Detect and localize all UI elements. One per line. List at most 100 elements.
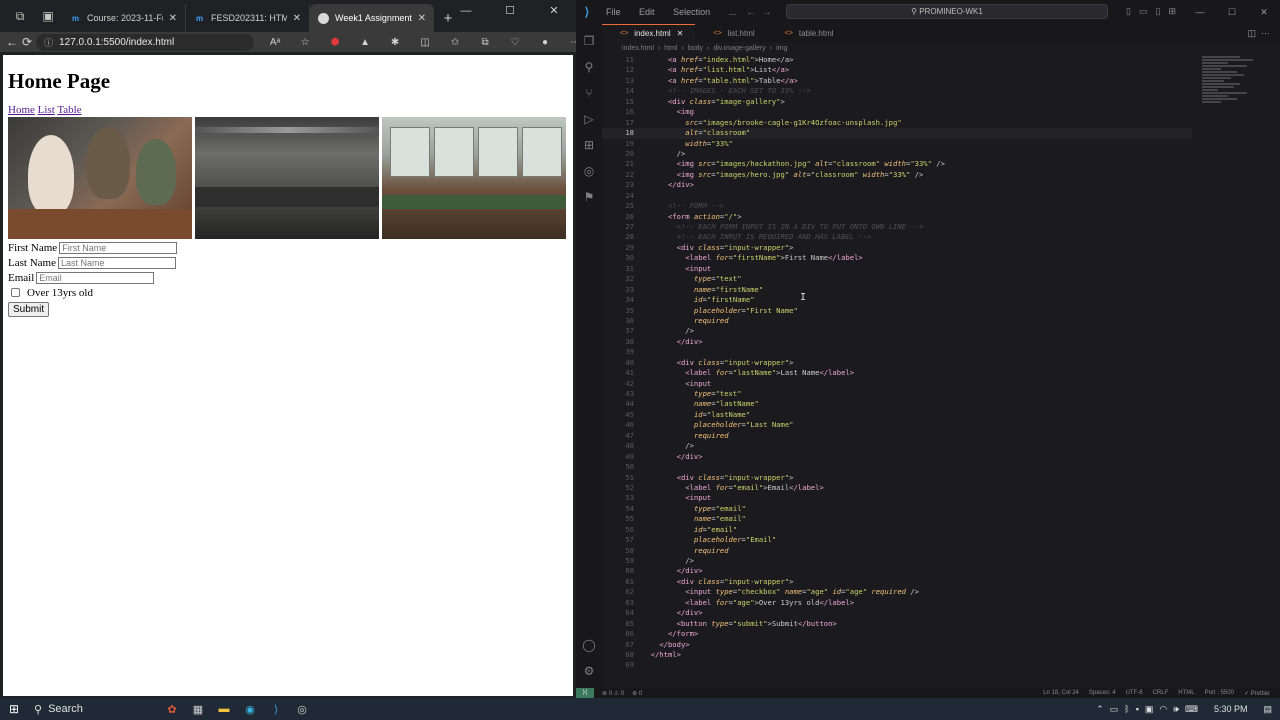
code-line[interactable]: 31 <input [602,264,1192,274]
clock[interactable]: 5:30 PM [1214,704,1248,714]
source-control-icon[interactable]: ⑂ [576,80,602,106]
code-line[interactable]: 58 required [602,546,1192,556]
split-editor-icon[interactable]: ◫ ⋯ [1247,28,1270,39]
encoding[interactable]: UTF-8 [1126,690,1143,697]
extension-shield-icon[interactable]: ⬢ [322,33,348,51]
code-line[interactable]: 68 </html> [602,650,1192,660]
code-line[interactable]: 35 placeholder="First Name" [602,306,1192,316]
code-line[interactable]: 36 required [602,316,1192,326]
code-line[interactable]: 64 </div> [602,608,1192,618]
first-name-input[interactable]: First Name [59,241,178,254]
code-line[interactable]: 30 <label for="firstName">First Name</la… [602,253,1192,263]
code-line[interactable]: 25 <!-- FORM --> [602,201,1192,211]
browser-essentials-icon[interactable]: ♡ [502,33,528,51]
search-icon[interactable]: ⚲ [576,54,602,80]
code-line[interactable]: 41 <label for="lastName">Last Name</labe… [602,368,1192,378]
code-line[interactable]: 19 width="33%" [602,139,1192,149]
volume-icon[interactable]: 🕪 [1173,704,1179,715]
toggle-secondary-icon[interactable]: ▯ [1156,6,1161,17]
profile-avatar-icon[interactable]: ● [532,33,558,51]
code-line[interactable]: 47 required [602,431,1192,441]
code-line[interactable]: 54 type="email" [602,504,1192,514]
toggle-panel-icon[interactable]: ▭ [1139,6,1148,17]
close-window-icon[interactable]: ✕ [1248,0,1280,24]
line-ending[interactable]: CRLF [1153,690,1169,697]
code-line[interactable]: 28 <!-- EACH INPUT IS REQUIRED AND HAS L… [602,232,1192,242]
breadcrumb-item[interactable]: body [688,45,703,52]
edge-browser-icon[interactable]: ◉ [240,700,260,718]
email-input[interactable]: Email [36,271,155,284]
chevron-up-icon[interactable]: ⌃ [1096,704,1104,715]
code-line[interactable]: 63 <label for="age">Over 13yrs old</labe… [602,598,1192,608]
problems-status[interactable]: ⊗ 0 ⚠ 0 [602,690,624,697]
code-line[interactable]: 37 /> [602,326,1192,336]
code-line[interactable]: 11 <a href="index.html">Home</a> [602,55,1192,65]
favorite-star-icon[interactable]: ☆ [292,33,318,51]
language-mode[interactable]: HTML [1178,690,1194,697]
task-view-icon[interactable]: ▦ [188,700,208,718]
code-line[interactable]: 69 [602,660,1192,670]
code-line[interactable]: 16 <img [602,107,1192,117]
browser-tab-course[interactable]: m Course: 2023-11-Front ✕ [62,4,186,32]
close-icon[interactable]: ✕ [169,13,177,24]
network-icon[interactable]: ◠ [1159,704,1167,715]
reload-icon[interactable]: ⟳ [22,33,32,51]
widgets-icon[interactable]: ✿ [162,700,182,718]
info-icon[interactable]: ⓘ [44,36,53,49]
live-server-port[interactable]: Port : 5500 [1205,690,1234,697]
code-line[interactable]: 12 <a href="list.html">List</a> [602,65,1192,75]
close-window-icon[interactable]: ✕ [532,0,576,24]
workspaces-icon[interactable]: ⧉ [6,2,34,30]
code-line[interactable]: 67 </body> [602,640,1192,650]
browser-tab-week1[interactable]: Week1 Assignment ✕ [310,4,434,32]
close-icon[interactable]: ✕ [677,29,684,38]
extension-icon[interactable]: ▲ [352,33,378,51]
code-line[interactable]: 49 </div> [602,452,1192,462]
maximize-icon[interactable]: ☐ [1216,0,1248,24]
list-link[interactable]: List [38,104,55,116]
explorer-icon[interactable]: ❐ [576,28,602,54]
menu-more[interactable]: ... [729,7,737,17]
maximize-icon[interactable]: ☐ [488,0,532,24]
breadcrumb-item[interactable]: img [776,45,787,52]
notifications-icon[interactable]: ▤ [1263,704,1272,715]
browser-tab-fesd[interactable]: m FESD202311: HTML Co ✕ [186,4,310,32]
back-arrow-icon[interactable]: ← [6,33,18,51]
breadcrumb-item[interactable]: div.image-gallery [713,45,765,52]
code-line[interactable]: 17 src="images/brooke-cagle-g1Kr4Ozfoac-… [602,118,1192,128]
extensions-puzzle-icon[interactable]: ✱ [382,33,408,51]
code-line[interactable]: 55 name="email" [602,514,1192,524]
code-line[interactable]: 52 <label for="email">Email</label> [602,483,1192,493]
menu-file[interactable]: File [606,7,621,17]
display-icon[interactable]: ▣ [1145,704,1154,715]
home-link[interactable]: Home [8,104,35,116]
cursor-position[interactable]: Ln 18, Col 24 [1043,690,1079,697]
prettier-status[interactable]: ✓ Prettier [1244,690,1270,697]
address-bar[interactable]: ⓘ 127.0.0.1:5500/index.html [36,33,255,51]
read-aloud-icon[interactable]: Aᵃ [262,33,288,51]
favorites-icon[interactable]: ✩ [442,33,468,51]
code-line[interactable]: 21 <img src="images/hackathon.jpg" alt="… [602,159,1192,169]
code-line[interactable]: 18 alt="classroom" [602,128,1192,139]
age-checkbox[interactable] [11,288,20,297]
code-line[interactable]: 13 <a href="table.html">Table</a> [602,76,1192,86]
windows-start-icon[interactable]: ⊞ [0,702,28,716]
submit-button[interactable]: Submit [8,302,50,317]
remote-explorer-icon[interactable]: ◎ [576,158,602,184]
bluetooth-icon[interactable]: ᛒ [1124,704,1129,714]
code-line[interactable]: 27 <!-- EACH FORM INPUT IS IN A DIV TO P… [602,222,1192,232]
code-line[interactable]: 50 [602,462,1192,472]
breadcrumb-item[interactable]: html [664,45,677,52]
code-line[interactable]: 39 [602,347,1192,357]
code-line[interactable]: 40 <div class="input-wrapper"> [602,358,1192,368]
code-line[interactable]: 44 name="lastName" [602,399,1192,409]
code-line[interactable]: 34 id="firstName" [602,295,1192,305]
toggle-sidebar-icon[interactable]: ▯ [1126,6,1131,17]
code-line[interactable]: 62 <input type="checkbox" name="age" id=… [602,587,1192,597]
minimize-icon[interactable]: — [1184,0,1216,24]
code-line[interactable]: 56 id="email" [602,525,1192,535]
code-line[interactable]: 20 /> [602,149,1192,159]
code-line[interactable]: 65 <button type="submit">Submit</button> [602,619,1192,629]
code-line[interactable]: 24 [602,191,1192,201]
battery-icon[interactable]: ▭ [1110,704,1119,715]
